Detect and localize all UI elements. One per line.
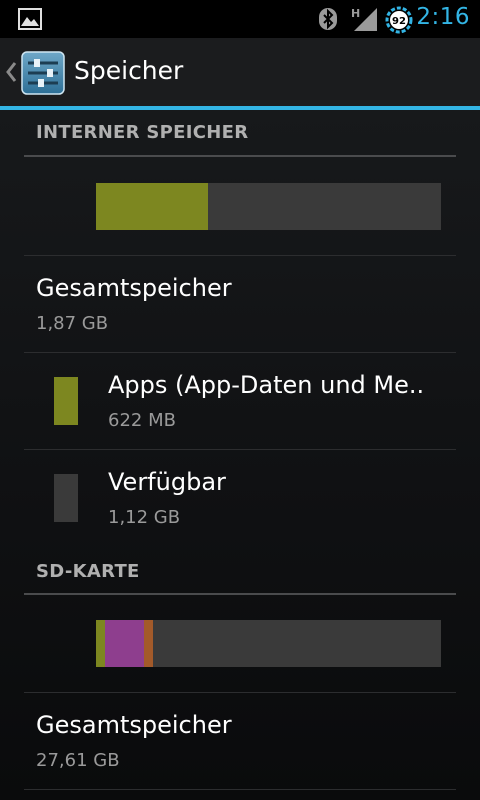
sd-total-title: Gesamtspeicher xyxy=(36,711,232,739)
bar-segment-2 xyxy=(144,620,153,667)
bar-segment-1 xyxy=(104,620,145,667)
divider xyxy=(24,449,456,450)
divider xyxy=(24,255,456,256)
internal-storage-bar xyxy=(96,183,441,230)
svg-text:H: H xyxy=(351,7,360,20)
section-header-sd: SD-KARTE xyxy=(36,561,140,582)
clock: 2:16 xyxy=(416,4,470,30)
total-title: Gesamtspeicher xyxy=(36,274,232,302)
divider xyxy=(24,352,456,353)
svg-text:92: 92 xyxy=(392,16,406,27)
sd-storage-bar xyxy=(96,620,441,667)
bar-segment-apps xyxy=(96,183,209,230)
page-title: Speicher xyxy=(74,56,184,85)
available-title: Verfügbar xyxy=(108,468,226,496)
apps-value: 622 MB xyxy=(108,410,176,431)
section-header-internal: INTERNER SPEICHER xyxy=(36,122,249,143)
battery-icon: 92 xyxy=(385,6,413,34)
divider xyxy=(24,692,456,693)
chevron-left-icon[interactable] xyxy=(4,60,18,84)
total-value: 1,87 GB xyxy=(36,313,109,334)
signal-icon: H xyxy=(351,7,377,31)
apps-color-swatch xyxy=(54,377,78,425)
available-color-swatch xyxy=(54,474,78,522)
available-value: 1,12 GB xyxy=(108,507,181,528)
gallery-icon xyxy=(18,8,42,30)
divider xyxy=(24,789,456,790)
bluetooth-icon xyxy=(319,8,337,30)
action-bar[interactable]: Speicher xyxy=(0,38,480,106)
storage-content[interactable]: INTERNER SPEICHER Gesamtspeicher 1,87 GB… xyxy=(0,110,480,800)
section-divider xyxy=(24,593,456,595)
apps-title: Apps (App-Daten und Me.. xyxy=(108,371,425,399)
status-bar: H 92 2:16 xyxy=(0,0,480,38)
section-divider xyxy=(24,155,456,157)
settings-sliders-icon[interactable] xyxy=(20,50,66,96)
bar-segment-0 xyxy=(96,620,105,667)
sd-total-value: 27,61 GB xyxy=(36,750,120,771)
